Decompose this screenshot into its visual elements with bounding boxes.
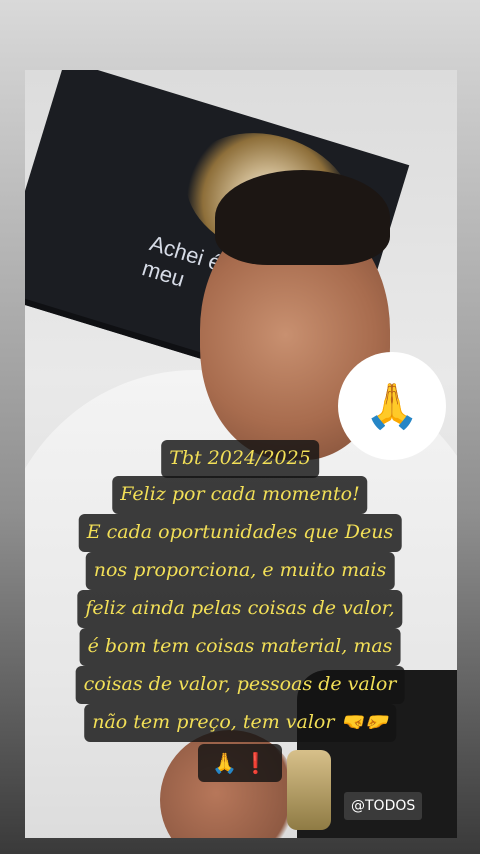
caption-line: Feliz por cada momento! (112, 476, 368, 514)
caption-line: Tbt 2024/2025 (161, 440, 319, 478)
exclamation-icon: ❗ (243, 751, 268, 775)
caption-line: não tem preço, tem valor 🤜🤛 (84, 704, 396, 742)
person-hair (215, 170, 390, 265)
caption-line: E cada oportunidades que Deus (78, 514, 402, 552)
emoji-caption-line: 🙏 ❗ (198, 744, 282, 782)
praying-hands-icon: 🙏 (212, 751, 237, 775)
caption-line: é bom tem coisas material, mas (79, 628, 401, 666)
caption-line: feliz ainda pelas coisas de valor, (77, 590, 403, 628)
caption-line: nos proporciona, e muito mais (85, 552, 395, 590)
praying-hands-icon: 🙏 (364, 381, 420, 432)
mention-tag[interactable]: @TODOS (344, 792, 423, 820)
caption-line: coisas de valor, pessoas de valor (75, 666, 405, 704)
praying-hands-sticker[interactable]: 🙏 (338, 352, 446, 460)
wrist-watch (287, 750, 331, 830)
